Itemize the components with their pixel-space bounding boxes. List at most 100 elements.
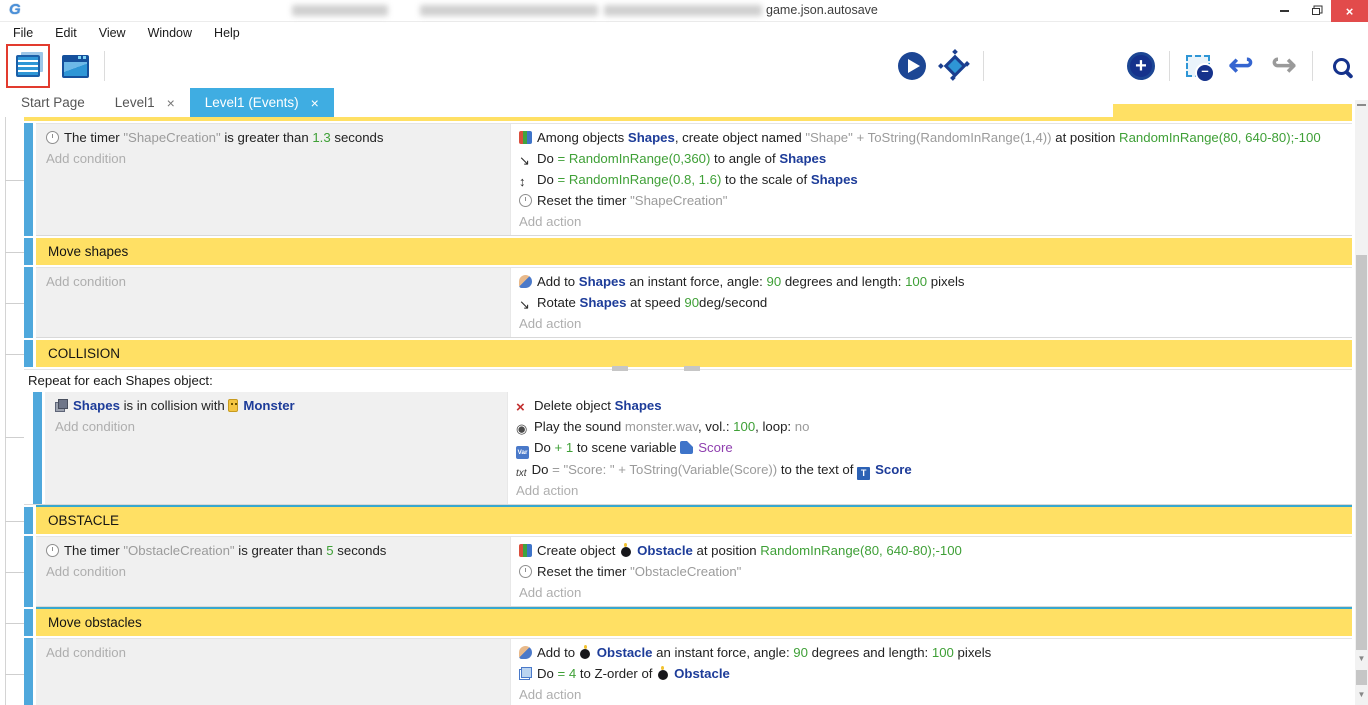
add-action-button[interactable]: Add action <box>519 684 1346 705</box>
menu-file[interactable]: File <box>2 26 44 40</box>
tab-close-icon[interactable]: × <box>167 95 175 111</box>
text-segment: to the text of <box>777 462 857 477</box>
scene-editor-icon <box>62 55 89 78</box>
menu-bar: FileEditViewWindowHelp <box>0 22 1368 44</box>
tab-level1[interactable]: Level1× <box>100 88 190 117</box>
event-handle-bar <box>24 238 33 265</box>
text-segment: Add to <box>537 274 579 289</box>
actions-column: ×Delete object Shapes◉Play the sound mon… <box>507 392 1352 504</box>
actions-column: Add to Shapes an instant force, angle: 9… <box>510 268 1352 337</box>
text-segment: 100 <box>733 419 755 434</box>
add-action-button[interactable]: Add action <box>519 582 1346 603</box>
foreach-header[interactable]: Repeat for each Shapes object: <box>24 370 1352 392</box>
text-segment: Delete object <box>534 398 615 413</box>
menu-window[interactable]: Window <box>137 26 203 40</box>
action-row[interactable]: Reset the timer "ShapeCreation" <box>519 190 1346 211</box>
add-action-button[interactable]: Add action <box>519 211 1346 232</box>
text-segment: "ObstacleCreation" <box>630 564 741 579</box>
bomb-obj-icon <box>579 646 592 659</box>
action-row[interactable]: Reset the timer "ObstacleCreation" <box>519 561 1346 582</box>
add-condition-button[interactable]: Add condition <box>55 416 501 437</box>
play-button[interactable] <box>893 47 931 85</box>
action-row[interactable]: ◉Play the sound monster.wav, vol.: 100, … <box>516 416 1346 437</box>
add-comment-button[interactable] <box>1079 47 1117 85</box>
undo-icon: ↩ <box>1228 52 1253 80</box>
add-condition-button[interactable]: Add condition <box>46 561 504 582</box>
add-condition-button[interactable]: Add condition <box>46 642 504 663</box>
add-condition-button[interactable]: Add condition <box>46 271 504 292</box>
action-row[interactable]: Add to Shapes an instant force, angle: 9… <box>519 271 1346 292</box>
comment-row[interactable]: Move shapes <box>36 238 1352 265</box>
menu-view[interactable]: View <box>88 26 137 40</box>
text-segment: pixels <box>927 274 964 289</box>
events-editor-button[interactable] <box>9 47 47 85</box>
action-row[interactable]: ×Delete object Shapes <box>516 395 1346 416</box>
text-segment: to the scale of <box>721 172 810 187</box>
object-name: Shapes <box>579 274 626 289</box>
action-row[interactable]: ↘Do = RandomInRange(0,360) to angle of S… <box>519 148 1346 169</box>
add-more-icon: + <box>1127 52 1155 80</box>
close-button[interactable]: × <box>1331 0 1368 22</box>
action-row[interactable]: txtDo = "Score: " + ToString(Variable(Sc… <box>516 459 1346 480</box>
comment-block: COLLISION <box>24 340 1352 367</box>
window-title: game.json.autosave <box>766 3 878 17</box>
event-handle-bar <box>24 536 33 607</box>
restore-button[interactable] <box>1300 0 1331 22</box>
minimize-button[interactable] <box>1269 0 1300 22</box>
undo-button[interactable]: ↩ <box>1222 47 1260 85</box>
add-action-button[interactable]: Add action <box>516 480 1346 501</box>
text-segment: "ShapeCreation" <box>630 193 727 208</box>
tab-level1-events[interactable]: Level1 (Events)× <box>190 88 334 117</box>
force-icon <box>519 646 532 659</box>
add-more-button[interactable]: + <box>1122 47 1160 85</box>
vertical-scrollbar[interactable]: ▼ ▼ <box>1355 100 1368 705</box>
scorevar-icon <box>680 441 693 454</box>
menu-help[interactable]: Help <box>203 26 251 40</box>
action-row[interactable]: Add to Obstacle an instant force, angle:… <box>519 642 1346 663</box>
action-row[interactable]: Create object Obstacle at position Rando… <box>519 540 1346 561</box>
restore-icon <box>1312 8 1320 15</box>
tab-close-icon[interactable]: × <box>311 95 319 111</box>
text-segment: 100 <box>905 274 927 289</box>
menu-edit[interactable]: Edit <box>44 26 88 40</box>
add-condition-button[interactable]: Add condition <box>46 148 504 169</box>
comment-row[interactable]: OBSTACLE <box>36 507 1352 534</box>
comment-row[interactable]: COLLISION <box>36 340 1352 367</box>
hidden-button-remnant <box>612 366 628 371</box>
blurred-title-text <box>604 5 762 16</box>
delete-event-button[interactable] <box>1179 47 1217 85</box>
conditions-column: Shapes is in collision with MonsterAdd c… <box>45 392 507 504</box>
hidden-button-remnant <box>684 366 700 371</box>
action-row[interactable]: VarDo + 1 to scene variable Score <box>516 437 1346 459</box>
search-button[interactable] <box>1322 47 1360 85</box>
redo-button[interactable]: ↪ <box>1265 47 1303 85</box>
action-row[interactable]: ↕Do = RandomInRange(0.8, 1.6) to the sca… <box>519 169 1346 190</box>
condition-row[interactable]: Shapes is in collision with Monster <box>55 395 501 416</box>
object-name: Monster <box>243 398 294 413</box>
comment-row[interactable]: Move obstacles <box>36 609 1352 636</box>
text-segment: Do <box>537 172 558 187</box>
event-handle-bar <box>24 340 33 367</box>
debug-button[interactable] <box>936 47 974 85</box>
scrollbar-thumb[interactable] <box>1356 255 1367 650</box>
var-icon: Var <box>516 446 529 459</box>
delete-icon: × <box>516 402 529 415</box>
text-segment: pixels <box>954 645 991 660</box>
scrollbar-thumb-small[interactable] <box>1356 670 1367 685</box>
add-event-button[interactable] <box>993 47 1031 85</box>
condition-row[interactable]: The timer "ShapeCreation" is greater tha… <box>46 127 504 148</box>
action-row[interactable]: ↘Rotate Shapes at speed 90deg/second <box>519 292 1346 313</box>
foreach-event-block: Repeat for each Shapes object:Shapes is … <box>24 369 1352 505</box>
add-action-button[interactable]: Add action <box>519 313 1346 334</box>
condition-row[interactable]: The timer "ObstacleCreation" is greater … <box>46 540 504 561</box>
action-row[interactable]: Among objects Shapes, create object name… <box>519 127 1346 148</box>
tab-start-page[interactable]: Start Page <box>6 88 100 117</box>
scene-editor-button[interactable] <box>56 47 94 85</box>
text-segment: no <box>795 419 810 434</box>
minimize-icon <box>1280 10 1289 12</box>
add-subevent-button[interactable] <box>1036 47 1074 85</box>
scroll-down-icon[interactable]: ▼ <box>1355 690 1368 699</box>
scroll-down-icon[interactable]: ▼ <box>1355 654 1368 663</box>
action-row[interactable]: Do = 4 to Z-order of Obstacle <box>519 663 1346 684</box>
text-segment: Add to <box>537 645 579 660</box>
